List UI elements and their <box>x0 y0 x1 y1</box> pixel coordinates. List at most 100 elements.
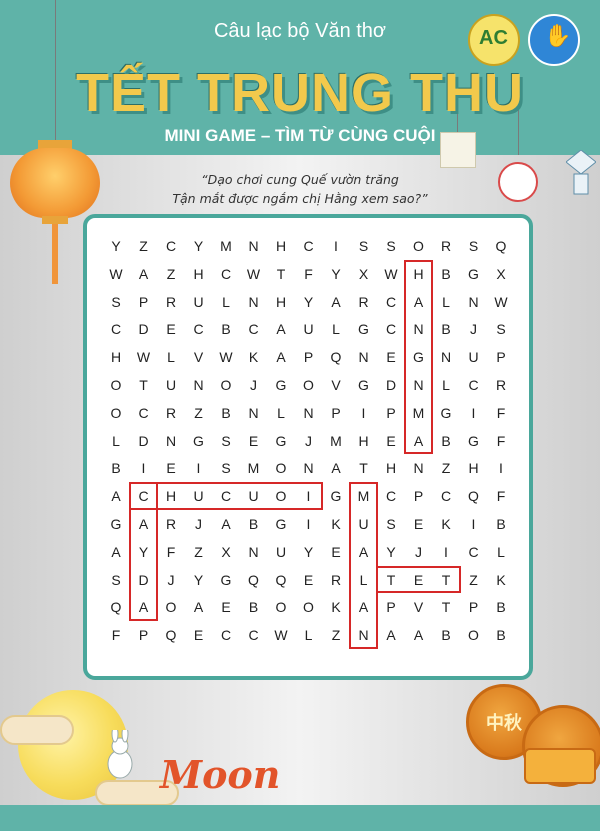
grid-letter[interactable]: O <box>213 372 239 398</box>
grid-letter[interactable]: U <box>461 344 487 370</box>
grid-letter[interactable]: H <box>351 428 377 454</box>
grid-letter[interactable]: F <box>488 483 514 509</box>
grid-letter[interactable]: G <box>268 428 294 454</box>
grid-letter[interactable]: X <box>488 261 514 287</box>
grid-letter[interactable]: E <box>378 428 404 454</box>
grid-letter[interactable]: U <box>158 372 184 398</box>
grid-letter[interactable]: N <box>241 233 267 259</box>
grid-letter[interactable]: W <box>268 622 294 648</box>
grid-letter[interactable]: Q <box>488 233 514 259</box>
grid-letter[interactable]: D <box>131 316 157 342</box>
grid-letter[interactable]: N <box>461 289 487 315</box>
grid-letter[interactable]: L <box>158 344 184 370</box>
grid-letter[interactable]: P <box>131 289 157 315</box>
grid-letter[interactable]: M <box>323 428 349 454</box>
grid-letter[interactable]: K <box>323 594 349 620</box>
grid-letter[interactable]: A <box>186 594 212 620</box>
grid-letter[interactable]: A <box>213 511 239 537</box>
grid-letter[interactable]: B <box>433 316 459 342</box>
grid-letter[interactable]: J <box>158 567 184 593</box>
grid-letter[interactable]: N <box>241 400 267 426</box>
grid-letter[interactable]: S <box>103 567 129 593</box>
grid-letter[interactable]: G <box>323 483 349 509</box>
grid-letter[interactable]: S <box>351 233 377 259</box>
grid-letter[interactable]: I <box>186 455 212 481</box>
grid-letter[interactable]: B <box>433 428 459 454</box>
grid-letter[interactable]: Z <box>461 567 487 593</box>
grid-letter[interactable]: Y <box>186 233 212 259</box>
grid-letter[interactable]: O <box>268 455 294 481</box>
grid-letter[interactable]: A <box>103 539 129 565</box>
grid-letter[interactable]: I <box>323 233 349 259</box>
grid-letter[interactable]: N <box>296 400 322 426</box>
grid-letter[interactable]: M <box>241 455 267 481</box>
grid-letter[interactable]: E <box>323 539 349 565</box>
grid-letter[interactable]: B <box>488 622 514 648</box>
grid-letter[interactable]: P <box>378 400 404 426</box>
grid-letter[interactable]: X <box>351 261 377 287</box>
grid-letter[interactable]: P <box>406 483 432 509</box>
grid-letter[interactable]: Z <box>158 261 184 287</box>
grid-letter[interactable]: O <box>158 594 184 620</box>
grid-letter[interactable]: H <box>268 289 294 315</box>
grid-letter[interactable]: F <box>488 400 514 426</box>
grid-letter[interactable]: F <box>103 622 129 648</box>
grid-letter[interactable]: I <box>131 455 157 481</box>
grid-letter[interactable]: F <box>158 539 184 565</box>
grid-letter[interactable]: U <box>296 316 322 342</box>
grid-letter[interactable]: X <box>213 539 239 565</box>
grid-letter[interactable]: G <box>433 400 459 426</box>
grid-letter[interactable]: W <box>241 261 267 287</box>
grid-letter[interactable]: R <box>158 289 184 315</box>
grid-letter[interactable]: G <box>103 511 129 537</box>
grid-letter[interactable]: Y <box>296 539 322 565</box>
grid-letter[interactable]: Q <box>268 567 294 593</box>
grid-letter[interactable]: Z <box>186 400 212 426</box>
grid-letter[interactable]: E <box>241 428 267 454</box>
grid-letter[interactable]: A <box>323 455 349 481</box>
grid-letter[interactable]: K <box>323 511 349 537</box>
grid-letter[interactable]: V <box>186 344 212 370</box>
grid-letter[interactable]: L <box>268 400 294 426</box>
grid-letter[interactable]: G <box>351 316 377 342</box>
grid-letter[interactable]: C <box>296 233 322 259</box>
grid-letter[interactable]: M <box>213 233 239 259</box>
grid-letter[interactable]: G <box>351 372 377 398</box>
grid-letter[interactable]: A <box>131 261 157 287</box>
grid-letter[interactable]: U <box>268 539 294 565</box>
grid-letter[interactable]: T <box>351 455 377 481</box>
grid-letter[interactable]: I <box>351 400 377 426</box>
grid-letter[interactable]: Y <box>186 567 212 593</box>
grid-letter[interactable]: O <box>296 594 322 620</box>
grid-letter[interactable]: R <box>323 567 349 593</box>
grid-letter[interactable]: C <box>158 233 184 259</box>
grid-letter[interactable]: J <box>241 372 267 398</box>
grid-letter[interactable]: E <box>158 316 184 342</box>
grid-letter[interactable]: Z <box>186 539 212 565</box>
grid-letter[interactable]: B <box>213 316 239 342</box>
grid-letter[interactable]: H <box>378 455 404 481</box>
grid-letter[interactable]: C <box>433 483 459 509</box>
grid-letter[interactable]: H <box>103 344 129 370</box>
grid-letter[interactable]: R <box>158 400 184 426</box>
grid-letter[interactable]: P <box>323 400 349 426</box>
grid-letter[interactable]: J <box>406 539 432 565</box>
grid-letter[interactable]: N <box>351 344 377 370</box>
grid-letter[interactable]: P <box>131 622 157 648</box>
grid-letter[interactable]: N <box>241 289 267 315</box>
grid-letter[interactable]: B <box>433 622 459 648</box>
grid-letter[interactable]: W <box>488 289 514 315</box>
grid-letter[interactable]: B <box>241 511 267 537</box>
grid-letter[interactable]: Y <box>323 261 349 287</box>
grid-letter[interactable]: F <box>488 428 514 454</box>
grid-letter[interactable]: C <box>103 316 129 342</box>
grid-letter[interactable]: G <box>268 511 294 537</box>
grid-letter[interactable]: C <box>186 316 212 342</box>
grid-letter[interactable]: E <box>158 455 184 481</box>
grid-letter[interactable]: Y <box>296 289 322 315</box>
grid-letter[interactable]: N <box>186 372 212 398</box>
grid-letter[interactable]: I <box>461 400 487 426</box>
grid-letter[interactable]: V <box>323 372 349 398</box>
grid-letter[interactable]: L <box>296 622 322 648</box>
grid-letter[interactable]: J <box>296 428 322 454</box>
